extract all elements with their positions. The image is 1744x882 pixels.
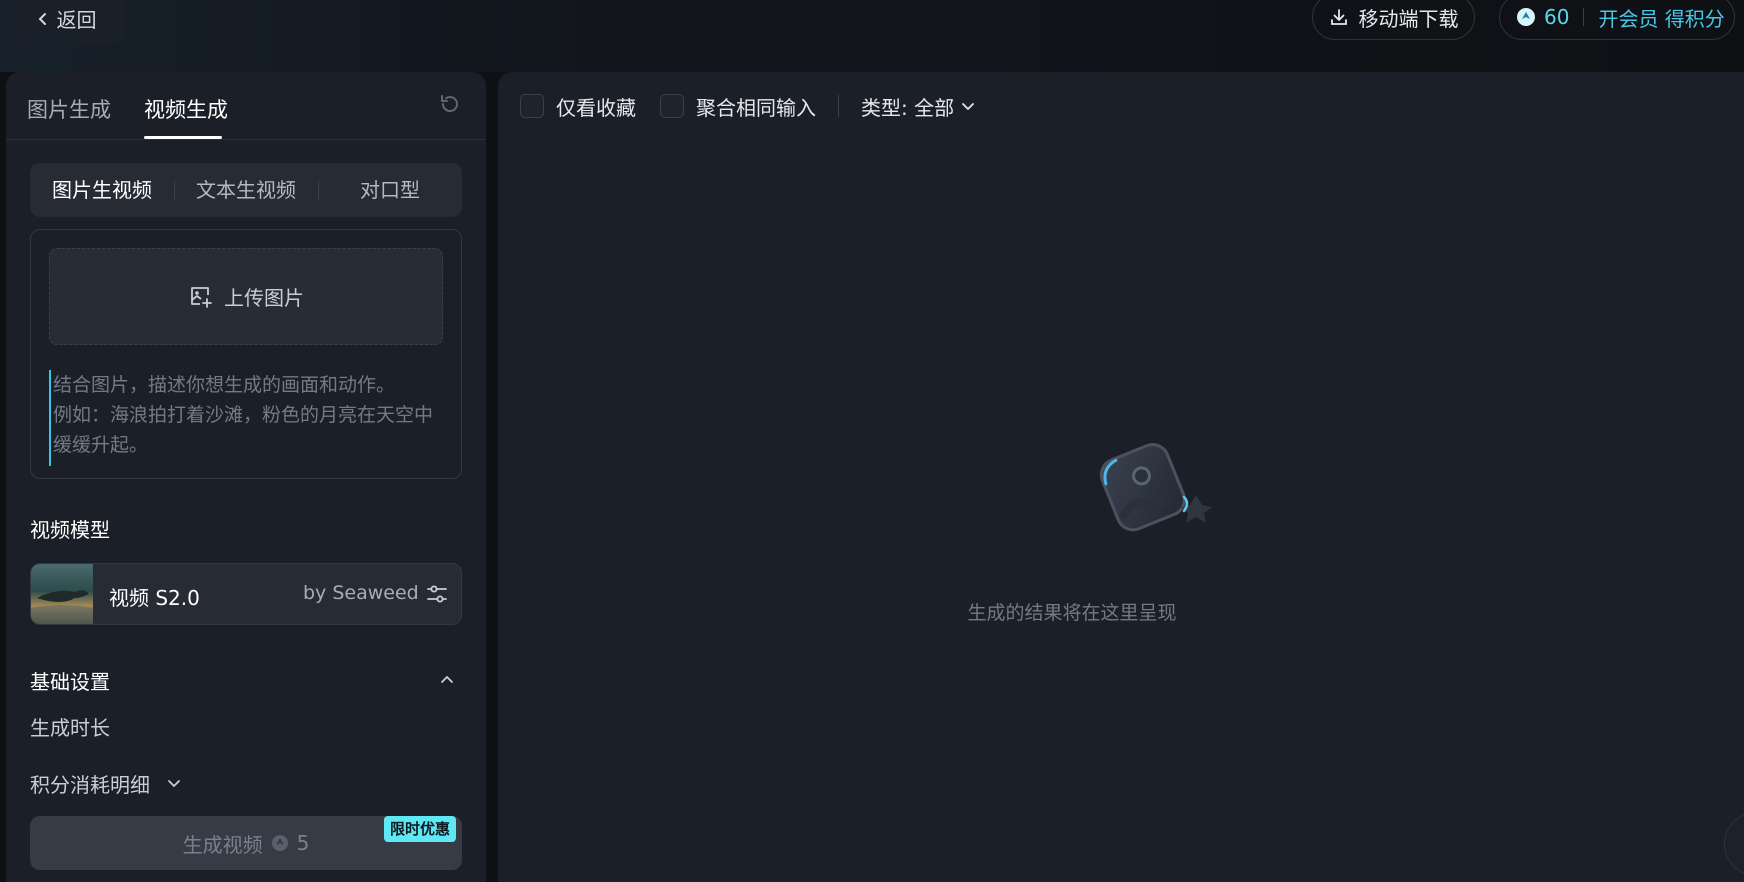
- tab-image-generation[interactable]: 图片生成: [27, 94, 111, 124]
- empty-state-text: 生成的结果将在这里呈现: [967, 602, 1177, 624]
- points-icon: [271, 835, 288, 851]
- points-pill[interactable]: 60 开会员 得积分: [1499, 0, 1735, 40]
- basic-settings-title: 基础设置: [30, 670, 110, 694]
- whale-illustration: [31, 590, 93, 624]
- generate-label: 生成视频: [182, 832, 263, 857]
- generation-tabs: 图片生成 视频生成: [6, 72, 486, 140]
- floating-button[interactable]: [1724, 812, 1744, 876]
- prompt-input-box: 上传图片: [30, 229, 462, 479]
- points-icon: [1517, 8, 1535, 26]
- results-panel: 仅看收藏 聚合相同输入 类型: 全部 生成的结果将在这里呈现: [498, 72, 1744, 882]
- back-label: 返回: [56, 8, 97, 32]
- model-thumbnail: [31, 564, 93, 624]
- generate-area: 生成视频 5 限时优惠 积分消耗明细: [6, 744, 486, 873]
- download-icon: [1330, 9, 1347, 25]
- model-selector[interactable]: 视频 S2.0 by Seaweed: [30, 563, 462, 625]
- filter-bar: 仅看收藏 聚合相同输入 类型: 全部: [520, 92, 976, 120]
- tab-video-generation[interactable]: 视频生成: [144, 94, 228, 124]
- upload-label: 上传图片: [224, 286, 304, 310]
- type-filter-select[interactable]: 类型: 全部: [861, 92, 976, 121]
- model-provider: by Seaweed: [303, 582, 419, 604]
- back-button[interactable]: 返回: [6, 0, 125, 43]
- generate-cost: 5: [296, 831, 310, 855]
- prompt-textarea[interactable]: [49, 370, 449, 466]
- chevron-up-icon[interactable]: [438, 670, 456, 688]
- mode-segmented-control: 图片生视频 文本生视频 对口型: [30, 163, 462, 217]
- mode-image-to-video[interactable]: 图片生视频: [30, 163, 174, 217]
- divider: [838, 95, 839, 117]
- refresh-icon[interactable]: [438, 92, 462, 116]
- active-tab-indicator: [144, 136, 222, 139]
- video-model-title: 视频模型: [30, 518, 110, 542]
- merge-checkbox[interactable]: [660, 94, 684, 118]
- upload-image-button[interactable]: 上传图片: [49, 248, 443, 345]
- divider: [1583, 8, 1585, 26]
- cost-detail-toggle-visible[interactable]: 积分消耗明细: [30, 769, 150, 798]
- image-add-icon: [191, 286, 212, 308]
- type-filter-label: 类型: 全部: [861, 95, 955, 120]
- promo-badge: 限时优惠: [384, 816, 457, 842]
- points-count: 60: [1544, 5, 1570, 29]
- chevron-down-icon[interactable]: [166, 775, 182, 791]
- mode-lip-sync[interactable]: 对口型: [318, 163, 462, 217]
- merge-filter-label[interactable]: 聚合相同输入: [696, 92, 816, 121]
- sliders-icon[interactable]: [425, 582, 449, 606]
- favorites-checkbox[interactable]: [520, 94, 544, 118]
- favorites-filter-label[interactable]: 仅看收藏: [556, 92, 636, 121]
- top-bar: 返回 移动端下载 60 开会员 得积分: [0, 0, 1744, 72]
- chevron-left-icon: [38, 12, 46, 25]
- download-label: 移动端下载: [1358, 6, 1459, 31]
- mobile-download-button[interactable]: 移动端下载: [1312, 0, 1475, 40]
- model-name: 视频 S2.0: [109, 586, 200, 610]
- duration-label: 生成时长: [30, 716, 110, 740]
- mode-text-to-video[interactable]: 文本生视频: [174, 163, 318, 217]
- vip-link[interactable]: 开会员 得积分: [1598, 3, 1724, 32]
- chevron-down-icon: [962, 103, 975, 110]
- empty-state-icon: [1099, 443, 1212, 532]
